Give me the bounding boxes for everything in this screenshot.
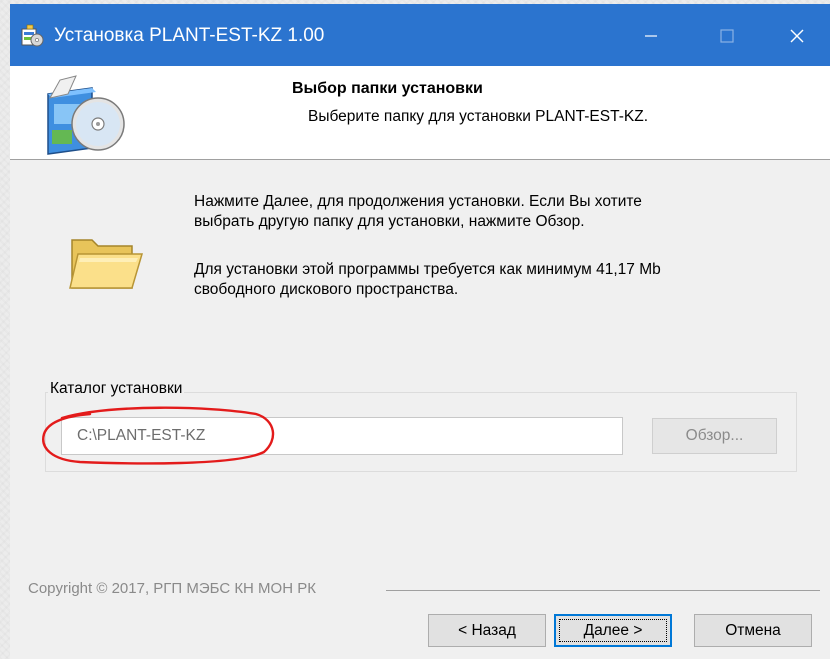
footer-divider (386, 590, 820, 591)
header-panel: Выбор папки установки Выберите папку для… (10, 66, 830, 160)
maximize-icon (720, 29, 734, 43)
close-icon (790, 29, 804, 43)
title-bar[interactable]: Установка PLANT-EST-KZ 1.00 (10, 4, 830, 66)
back-button[interactable]: < Назад (428, 614, 546, 647)
disk-space-line-2: свободного дискового пространства. (194, 281, 459, 298)
installer-window: Установка PLANT-EST-KZ 1.00 Выбор папки … (10, 4, 830, 659)
installer-package-icon (21, 24, 44, 47)
description-line-1: Нажмите Далее, для продолжения установки… (194, 193, 642, 210)
folder-icon (69, 239, 144, 289)
browse-button[interactable]: Обзор... (652, 418, 777, 454)
install-disc-box-icon (47, 75, 125, 155)
install-dir-label: Каталог установки (48, 380, 185, 398)
description-line-2: выбрать другую папку для установки, нажм… (194, 213, 585, 230)
cancel-button[interactable]: Отмена (694, 614, 812, 647)
copyright-text: Copyright © 2017, РГП МЭБС КН МОН РК (28, 580, 316, 597)
close-button[interactable] (772, 16, 822, 56)
header-title: Выбор папки установки (292, 80, 483, 97)
disk-space-line-1: Для установки этой программы требуется к… (194, 261, 661, 278)
header-subtitle: Выберите папку для установки PLANT-EST-K… (308, 108, 649, 125)
next-button[interactable]: Далее > (554, 614, 672, 647)
window-title: Установка PLANT-EST-KZ 1.00 (54, 25, 325, 46)
minimize-icon (645, 35, 657, 37)
maximize-button[interactable] (702, 16, 752, 56)
install-path-input[interactable] (61, 417, 623, 455)
minimize-button[interactable] (626, 16, 676, 56)
next-button-label: Далее > (559, 619, 667, 642)
